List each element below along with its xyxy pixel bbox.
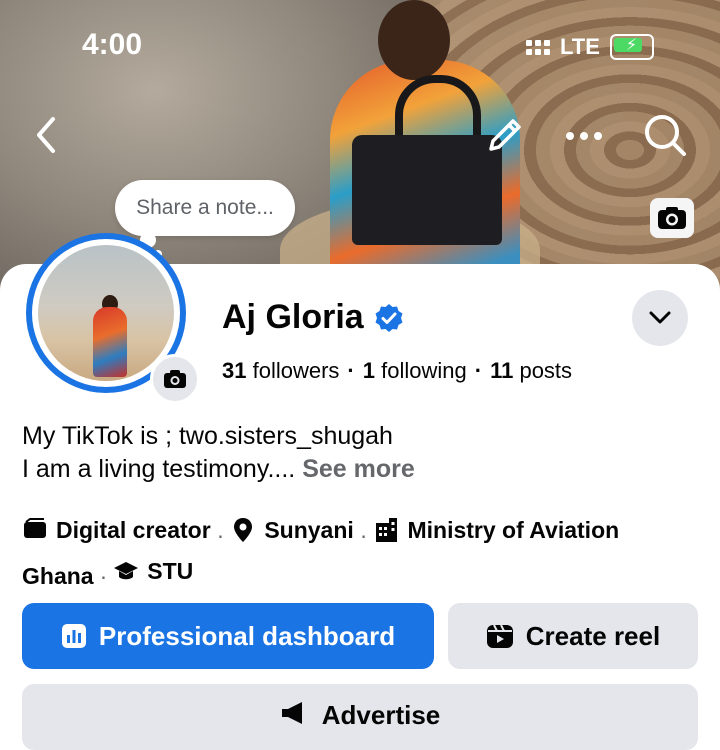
detail-work-text-2: Ghana — [22, 563, 94, 589]
share-note-bubble[interactable]: Share a note... — [115, 180, 295, 236]
bio-line-2: I am a living testimony.... See more — [22, 453, 415, 486]
search-icon[interactable] — [640, 110, 690, 160]
following-label: following — [381, 358, 467, 383]
bio-line-1: My TikTok is ; two.sisters_shugah — [22, 422, 393, 450]
dashboard-icon — [61, 624, 86, 648]
profile-details: Digital creator · Sunyani · Ministry of … — [22, 512, 702, 594]
edit-pencil-icon[interactable] — [480, 112, 528, 160]
verified-badge-icon — [375, 303, 403, 332]
work-building-icon — [376, 518, 398, 542]
more-icon[interactable] — [562, 116, 606, 156]
location-pin-icon — [234, 518, 253, 542]
profile-stats: 31 followers · 1 following · 11 posts — [222, 358, 572, 384]
stats-separator: · — [347, 358, 355, 383]
following-link[interactable]: 1 following — [363, 358, 467, 384]
stats-separator: · — [474, 358, 483, 383]
category-icon — [24, 518, 46, 538]
professional-dashboard-button[interactable]: Professional dashboard — [22, 603, 434, 669]
profile-dropdown-button[interactable] — [632, 290, 688, 346]
profile-bio: My TikTok is ; two.sisters_shugah I am a… — [22, 420, 415, 486]
education-cap-icon — [114, 562, 139, 580]
profile-name: Aj Gloria — [222, 298, 364, 336]
detail-education[interactable]: STU — [113, 553, 193, 589]
followers-label: followers — [252, 358, 340, 383]
avatar-person-body — [93, 307, 127, 377]
reel-icon — [486, 624, 513, 648]
bio-line-2-text: I am a living testimony.... — [22, 455, 296, 483]
back-icon[interactable] — [26, 112, 66, 158]
create-reel-button[interactable]: Create reel — [448, 603, 698, 669]
chevron-down-icon — [649, 311, 671, 324]
profile-name-row: Aj Gloria — [222, 298, 404, 337]
detail-separator: · — [99, 563, 108, 589]
status-time: 4:00 — [82, 28, 143, 61]
detail-category: Digital creator — [22, 512, 211, 548]
avatar — [38, 245, 174, 381]
signal-icon — [526, 39, 550, 55]
see-more-link[interactable]: See more — [302, 455, 415, 483]
detail-category-text: Digital creator — [56, 517, 211, 543]
megaphone-icon — [281, 702, 302, 724]
detail-work-text: Ministry of Aviation — [407, 517, 620, 543]
detail-separator: · — [216, 522, 225, 548]
followers-link[interactable]: 31 followers — [222, 358, 339, 384]
create-reel-label: Create reel — [525, 620, 661, 651]
status-indicators: LTE ⚡ — [526, 34, 654, 60]
posts-count: 11 — [490, 358, 514, 383]
cover-camera-icon[interactable] — [650, 198, 694, 238]
avatar-camera-icon[interactable] — [150, 354, 200, 404]
network-label: LTE — [560, 34, 600, 59]
detail-location-text: Sunyani — [264, 517, 354, 543]
detail-location[interactable]: Sunyani — [230, 512, 354, 548]
followers-count: 31 — [222, 358, 247, 383]
detail-education-text: STU — [147, 558, 194, 584]
cover-person-head — [378, 0, 450, 80]
posts-link[interactable]: 11 posts — [490, 358, 572, 384]
advertise-label: Advertise — [321, 700, 441, 730]
detail-separator: · — [359, 522, 368, 548]
posts-label: posts — [519, 358, 573, 383]
following-count: 1 — [362, 358, 375, 383]
detail-work[interactable]: Ministry of Aviation — [373, 512, 619, 548]
detail-work-continued[interactable]: Ghana — [22, 558, 94, 594]
advertise-button[interactable]: Advertise — [22, 684, 698, 750]
professional-dashboard-label: Professional dashboard — [98, 620, 396, 651]
battery-icon: ⚡ — [609, 34, 654, 60]
